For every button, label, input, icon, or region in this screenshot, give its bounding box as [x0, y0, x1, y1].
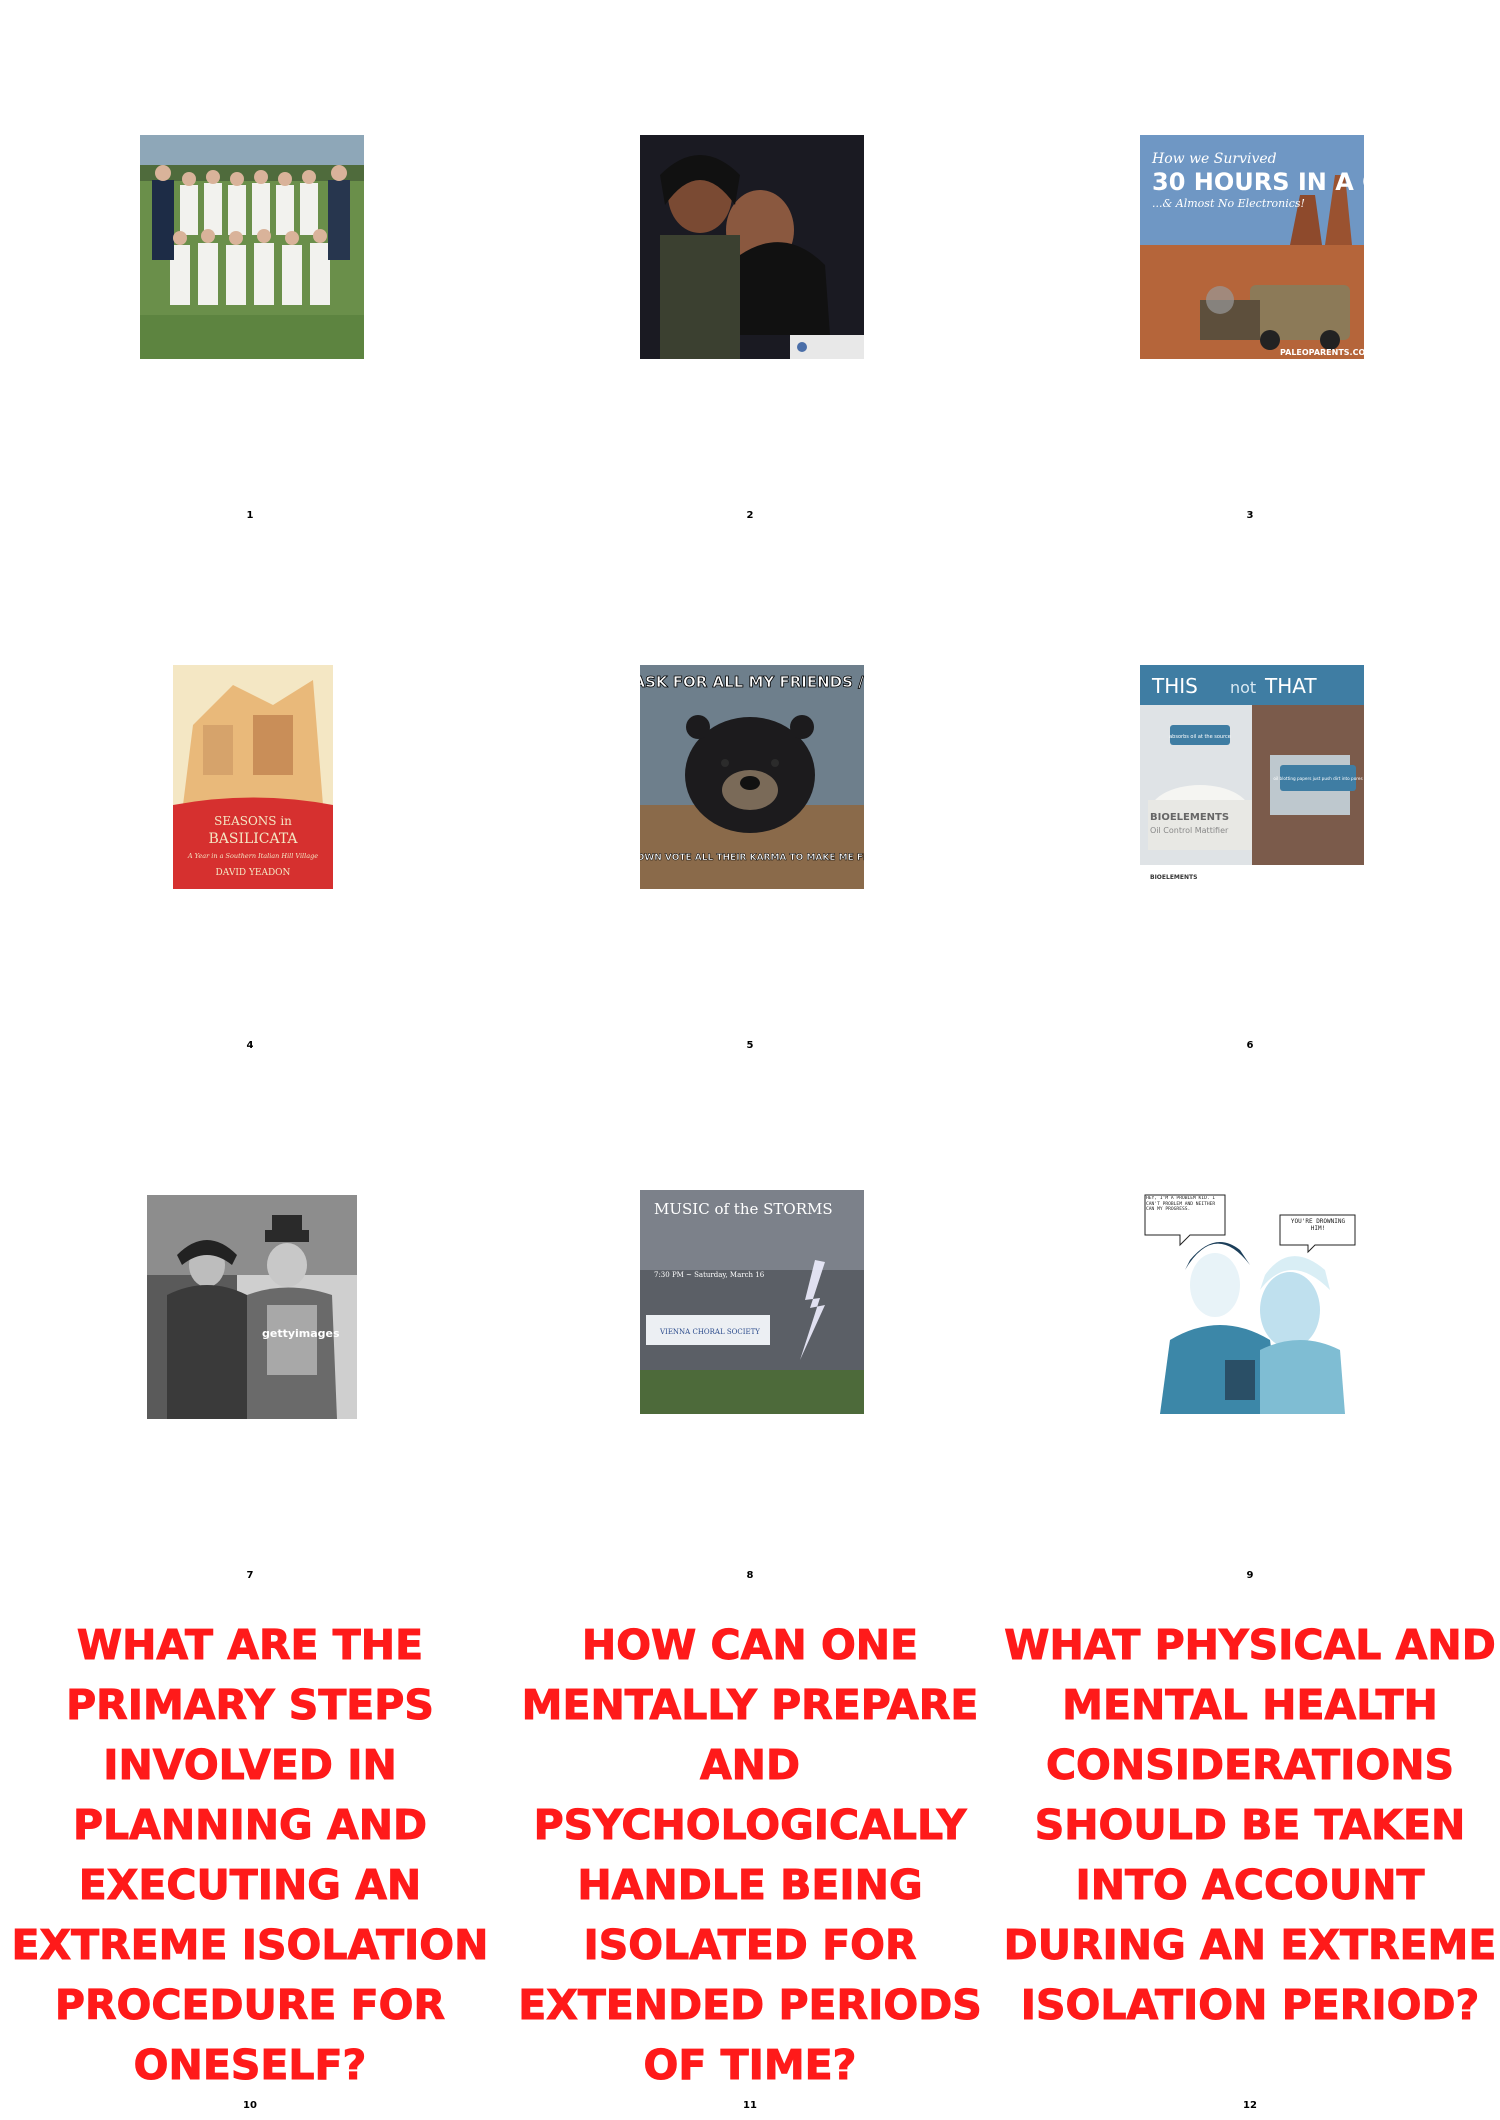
ad-headline-this: THIS — [1151, 674, 1198, 698]
grid-cell-5: I ASK FOR ALL MY FRIENDS /U/ SO I CAN DO… — [500, 530, 1000, 1060]
cell-number: 1 — [246, 510, 254, 521]
grid-cell-2: 2 — [500, 0, 1000, 530]
grid-cell-9: HEY, I'M A PROBLEM KID. I CAN'T PROBLEM … — [1000, 1060, 1500, 1590]
poster-tagline: How we Survived — [1151, 151, 1277, 167]
grid-cell-6: THIS not THAT BIOELEMENTS Oil Control Ma… — [1000, 530, 1500, 1060]
cell-number: 7 — [246, 1570, 254, 1581]
cell-number: 4 — [246, 1040, 254, 1051]
comic-bubble-left: HEY, I'M A PROBLEM KID. I CAN'T PROBLEM … — [1146, 1196, 1216, 1212]
book-author: DAVID YEADON — [216, 868, 291, 878]
comic-illustration: HEY, I'M A PROBLEM KID. I CAN'T PROBLEM … — [1140, 1190, 1364, 1414]
poster-watermark: PALEOPARENTS.COM — [1280, 348, 1364, 357]
cricket-team-photo — [140, 135, 364, 359]
cell-number: 10 — [243, 2100, 257, 2111]
concert-poster: MUSIC of the STORMS 7:30 PM ~ Saturday, … — [640, 1190, 864, 1414]
cell-number: 9 — [1246, 1570, 1254, 1581]
ad-bubble-left: absorbs oil at the source — [1169, 734, 1231, 740]
poster-date: 7:30 PM ~ Saturday, March 16 — [654, 1271, 765, 1279]
meme-image: I ASK FOR ALL MY FRIENDS /U/ SO I CAN DO… — [640, 665, 864, 889]
ad-bubble-right: oil blotting papers just push dirt into … — [1273, 776, 1362, 781]
question-text: How can one mentally prepare and psychol… — [518, 1621, 983, 2090]
ad-headline-not: not — [1230, 678, 1256, 697]
poster-subtitle: ...& Almost No Electronics! — [1152, 197, 1305, 210]
grid-cell-8: MUSIC of the STORMS 7:30 PM ~ Saturday, … — [500, 1060, 1000, 1590]
cell-number: 5 — [746, 1040, 754, 1051]
ad-footer-brand: BIOELEMENTS — [1150, 874, 1197, 881]
cell-number: 2 — [746, 510, 754, 521]
skincare-ad: THIS not THAT BIOELEMENTS Oil Control Ma… — [1140, 665, 1364, 889]
question-text: What physical and mental health consider… — [1003, 1621, 1497, 2030]
cell-number: 12 — [1243, 2100, 1257, 2111]
poster-org: VIENNA CHORAL SOCIETY — [659, 1328, 760, 1336]
grid-cell-11: How can one mentally prepare and psychol… — [500, 1590, 1000, 2120]
image-grid: 1 2 How we Survived 30 HOURS IN A ...& A… — [0, 0, 1500, 2120]
road-trip-poster: How we Survived 30 HOURS IN A CAR ...& A… — [1140, 135, 1364, 359]
meme-bottom-text: SO I CAN DOWN VOTE ALL THEIR KARMA TO MA… — [640, 853, 864, 863]
grid-cell-7: gettyimages 7 — [0, 1060, 500, 1590]
book-title-line2: BASILICATA — [208, 831, 298, 847]
grid-cell-1: 1 — [0, 0, 500, 530]
book-subtitle: A Year in a Southern Italian Hill Villag… — [187, 852, 318, 860]
selfie-photo — [640, 135, 864, 359]
getty-watermark: gettyimages — [262, 1327, 340, 1340]
grid-cell-12: What physical and mental health consider… — [1000, 1590, 1500, 2120]
grid-cell-4: SEASONS in BASILICATA A Year in a Southe… — [0, 530, 500, 1060]
cell-number: 3 — [1246, 510, 1254, 521]
question-text: What are the primary steps involved in p… — [11, 1621, 489, 2090]
vintage-photo: gettyimages — [147, 1195, 357, 1419]
comic-bubble-right: YOU'RE DROWNING HIM! — [1290, 1218, 1346, 1232]
grid-cell-10: What are the primary steps involved in p… — [0, 1590, 500, 2120]
meme-top-text: I ASK FOR ALL MY FRIENDS /U/ — [640, 673, 864, 691]
cell-number: 8 — [746, 1570, 754, 1581]
ad-headline-that: THAT — [1264, 674, 1317, 698]
poster-title: 30 HOURS IN A CAR — [1152, 168, 1364, 196]
cell-number: 6 — [1246, 1040, 1254, 1051]
book-title-line1: SEASONS in — [214, 814, 292, 828]
book-cover: SEASONS in BASILICATA A Year in a Southe… — [173, 665, 333, 889]
grid-cell-3: How we Survived 30 HOURS IN A CAR ...& A… — [1000, 0, 1500, 530]
cell-number: 11 — [743, 2100, 757, 2111]
poster-title: MUSIC of the STORMS — [654, 1200, 833, 1218]
ad-product-label: Oil Control Mattifier — [1150, 826, 1229, 835]
ad-brand-label: BIOELEMENTS — [1150, 812, 1229, 823]
